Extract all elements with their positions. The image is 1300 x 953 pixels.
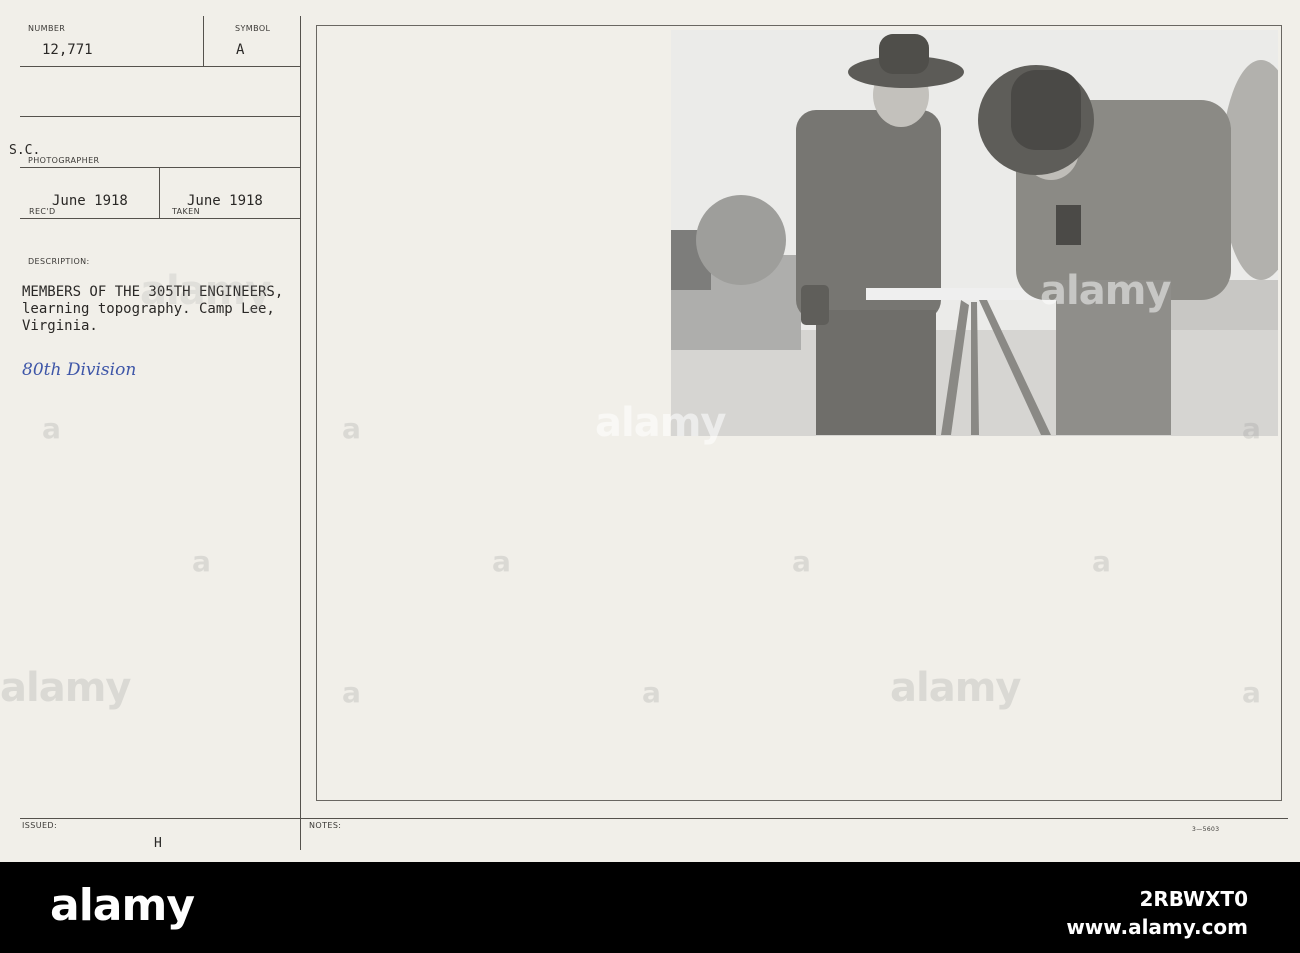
symbol-label: SYMBOL bbox=[235, 24, 271, 33]
watermark-letter: a bbox=[342, 676, 361, 709]
rule-column-divider bbox=[300, 16, 301, 850]
recd-value: June 1918 bbox=[52, 193, 128, 209]
number-value: 12,771 bbox=[42, 42, 93, 58]
number-label: NUMBER bbox=[28, 24, 66, 33]
watermark-letter: a bbox=[192, 545, 211, 578]
photograph bbox=[671, 30, 1278, 436]
watermark-letter: a bbox=[42, 412, 61, 445]
watermark-letter: a bbox=[1092, 545, 1111, 578]
watermark-logo: alamy bbox=[890, 665, 1021, 711]
site-url[interactable]: www.alamy.com bbox=[1066, 913, 1248, 941]
banner-logo[interactable]: alamy bbox=[50, 880, 195, 931]
description-line: Virginia. bbox=[22, 318, 98, 334]
watermark-letter: a bbox=[492, 545, 511, 578]
description-label: DESCRIPTION: bbox=[28, 257, 90, 266]
watermark-logo: alamy bbox=[595, 400, 726, 446]
rule-top bbox=[20, 66, 300, 67]
symbol-value: A bbox=[236, 42, 245, 58]
rule-footer bbox=[20, 818, 1288, 819]
issued-label: ISSUED: bbox=[22, 821, 58, 830]
photographer-label: PHOTOGRAPHER bbox=[28, 156, 100, 165]
rule-number-symbol bbox=[203, 16, 204, 66]
image-id: 2RBWXT0 bbox=[1139, 887, 1248, 911]
watermark-logo: alamy bbox=[1040, 268, 1171, 314]
watermark-letter: a bbox=[1242, 676, 1261, 709]
rule-photographer-bottom bbox=[20, 167, 300, 168]
watermark-letter: a bbox=[642, 676, 661, 709]
rule-recd-taken bbox=[159, 168, 160, 218]
handwritten-note: 80th Division bbox=[22, 360, 137, 380]
rule-dates-bottom bbox=[20, 218, 300, 219]
issued-value: H bbox=[154, 836, 162, 851]
taken-value: June 1918 bbox=[187, 193, 263, 209]
rule-photographer-top bbox=[20, 116, 300, 117]
photograph-artwork bbox=[671, 30, 1278, 436]
watermark-letter: a bbox=[792, 545, 811, 578]
form-code: 3—5603 bbox=[1192, 826, 1220, 833]
watermark-letter: a bbox=[342, 412, 361, 445]
watermark-letter: a bbox=[1242, 412, 1261, 445]
notes-label: NOTES: bbox=[309, 821, 342, 830]
banner-info: 2RBWXT0 www.alamy.com bbox=[1066, 885, 1248, 941]
watermark-logo: alamy bbox=[140, 268, 271, 314]
watermark-logo: alamy bbox=[0, 665, 131, 711]
